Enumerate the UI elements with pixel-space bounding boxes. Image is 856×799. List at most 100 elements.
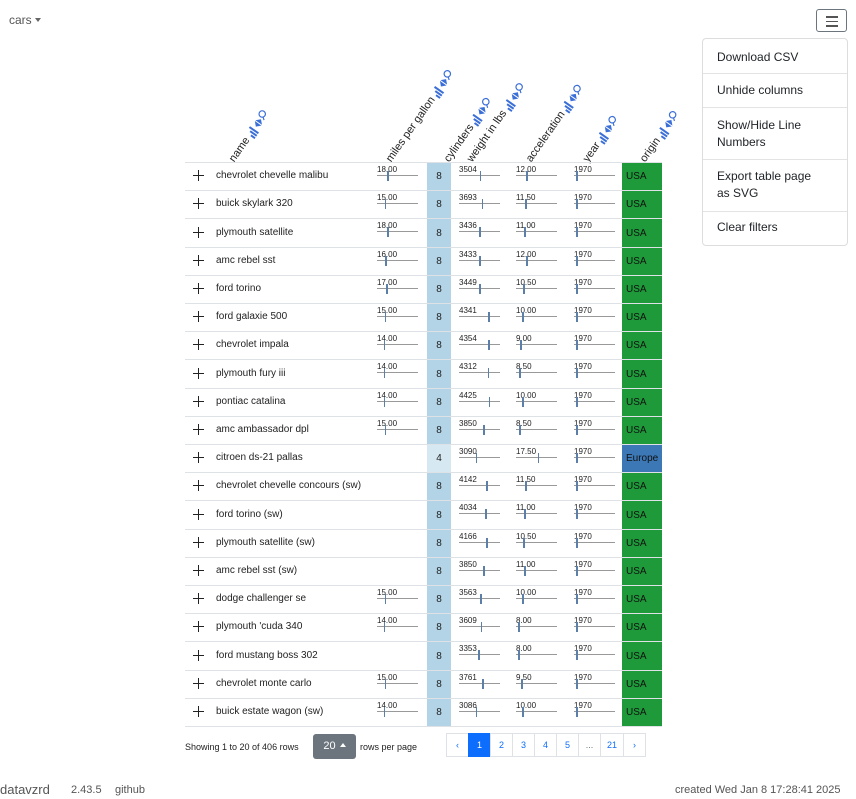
cylinders-value: 8 xyxy=(436,396,442,408)
expand-row-icon[interactable] xyxy=(193,480,204,492)
weight-value: 3693 xyxy=(459,193,477,203)
cylinders-value: 8 xyxy=(436,199,442,211)
weight-axis xyxy=(459,626,500,628)
weight-marker xyxy=(480,594,482,604)
column-header[interactable]: origin xyxy=(637,108,683,165)
acceleration-axis xyxy=(516,569,557,571)
car-name: buick estate wagon (sw) xyxy=(216,705,324,717)
expand-row-icon[interactable] xyxy=(193,311,204,323)
row-divider xyxy=(185,641,662,643)
year-marker xyxy=(576,622,578,633)
car-name: ford mustang boss 302 xyxy=(216,649,318,661)
weight-axis xyxy=(459,485,500,487)
mpg-value: 15.00 xyxy=(377,672,398,682)
page-button[interactable]: 1 xyxy=(468,733,491,757)
cylinders-value: 8 xyxy=(436,171,442,183)
rows-per-page-value: 20 xyxy=(323,740,336,752)
mpg-axis xyxy=(377,428,418,430)
page-button[interactable]: 4 xyxy=(534,733,557,757)
page-prev-button[interactable]: ‹ xyxy=(446,733,469,757)
page-button[interactable]: 2 xyxy=(490,733,513,757)
menu-toggle-button[interactable] xyxy=(816,9,847,32)
origin-value: USA xyxy=(626,227,647,239)
cylinders-value: 8 xyxy=(436,650,442,662)
mpg-marker xyxy=(385,255,387,266)
expand-row-icon[interactable] xyxy=(193,395,204,407)
menu-item-download-csv[interactable]: Download CSV xyxy=(703,49,847,66)
year-marker xyxy=(576,537,578,548)
column-tools-icon[interactable] xyxy=(244,107,273,140)
acceleration-marker xyxy=(519,368,521,379)
weight-value: 3761 xyxy=(459,672,477,682)
weight-marker xyxy=(481,199,484,210)
expand-row-icon[interactable] xyxy=(193,593,204,605)
page-next-button[interactable]: › xyxy=(623,733,647,757)
menu-item-clear-filters[interactable]: Clear filters xyxy=(703,219,847,236)
weight-axis xyxy=(459,344,500,346)
weight-axis xyxy=(459,428,500,430)
expand-row-icon[interactable] xyxy=(193,367,204,379)
expand-row-icon[interactable] xyxy=(193,564,204,576)
expand-row-icon[interactable] xyxy=(193,282,204,294)
weight-axis xyxy=(459,513,500,515)
year-marker xyxy=(576,594,578,604)
expand-row-icon[interactable] xyxy=(193,536,204,548)
acceleration-marker xyxy=(520,340,522,351)
mpg-value: 14.00 xyxy=(377,616,398,626)
footer-github-link[interactable]: github xyxy=(115,784,145,796)
weight-value: 4166 xyxy=(459,531,477,541)
column-header[interactable]: name xyxy=(226,107,272,165)
mpg-axis xyxy=(377,231,418,233)
column-tools-icon[interactable] xyxy=(559,81,588,114)
expand-row-icon[interactable] xyxy=(193,649,204,661)
menu-divider xyxy=(703,211,847,212)
cylinders-value: 8 xyxy=(436,565,442,577)
origin-value: USA xyxy=(626,650,647,662)
mpg-value: 15.00 xyxy=(377,418,398,428)
year-axis xyxy=(574,541,615,543)
footer-brand[interactable]: datavzrd xyxy=(0,782,50,797)
rows-per-page-button[interactable]: 20 xyxy=(313,734,356,759)
car-name: chevrolet monte carlo xyxy=(216,677,312,689)
rows-info: Showing 1 to 20 of 406 rows xyxy=(185,742,299,752)
weight-marker xyxy=(488,312,490,322)
car-name: chevrolet impala xyxy=(216,339,289,351)
column-header[interactable]: year xyxy=(580,112,623,165)
expand-row-icon[interactable] xyxy=(193,339,204,351)
weight-axis xyxy=(459,203,500,205)
menu-item-line-numbers[interactable]: Show/Hide Line Numbers xyxy=(703,117,823,151)
expand-row-icon[interactable] xyxy=(193,423,204,435)
mpg-axis xyxy=(377,203,418,205)
expand-row-icon[interactable] xyxy=(193,170,204,182)
dataset-selector[interactable]: cars xyxy=(9,13,41,27)
menu-item-export-svg[interactable]: Export table page as SVG xyxy=(703,168,833,202)
expand-row-icon[interactable] xyxy=(193,621,204,633)
expand-row-icon[interactable] xyxy=(193,226,204,238)
page-button[interactable]: 3 xyxy=(512,733,535,757)
page-button[interactable]: 5 xyxy=(556,733,579,757)
year-marker xyxy=(576,453,578,463)
column-tools-icon[interactable] xyxy=(594,112,623,145)
expand-row-icon[interactable] xyxy=(193,705,204,717)
page-button[interactable]: 21 xyxy=(600,733,625,757)
expand-row-icon[interactable] xyxy=(193,254,204,266)
expand-row-icon[interactable] xyxy=(193,508,204,520)
column-header[interactable]: acceleration xyxy=(523,81,587,165)
mpg-marker xyxy=(384,199,387,210)
column-tools-icon[interactable] xyxy=(654,108,683,141)
row-divider xyxy=(185,556,662,558)
column-tools-icon[interactable] xyxy=(429,67,458,100)
footer-version: 2.43.5 xyxy=(71,784,102,796)
acceleration-marker xyxy=(519,424,521,435)
menu-item-unhide-columns[interactable]: Unhide columns xyxy=(703,82,847,99)
acceleration-marker xyxy=(522,594,524,604)
year-marker xyxy=(576,340,578,351)
cylinders-value: 8 xyxy=(436,594,442,606)
car-name: pontiac catalina xyxy=(216,395,286,407)
expand-row-icon[interactable] xyxy=(193,198,204,210)
expand-row-icon[interactable] xyxy=(193,677,204,689)
column-tools-icon[interactable] xyxy=(500,80,529,113)
menu-divider xyxy=(703,107,847,108)
mpg-value: 16.00 xyxy=(377,249,398,259)
expand-row-icon[interactable] xyxy=(193,452,204,464)
